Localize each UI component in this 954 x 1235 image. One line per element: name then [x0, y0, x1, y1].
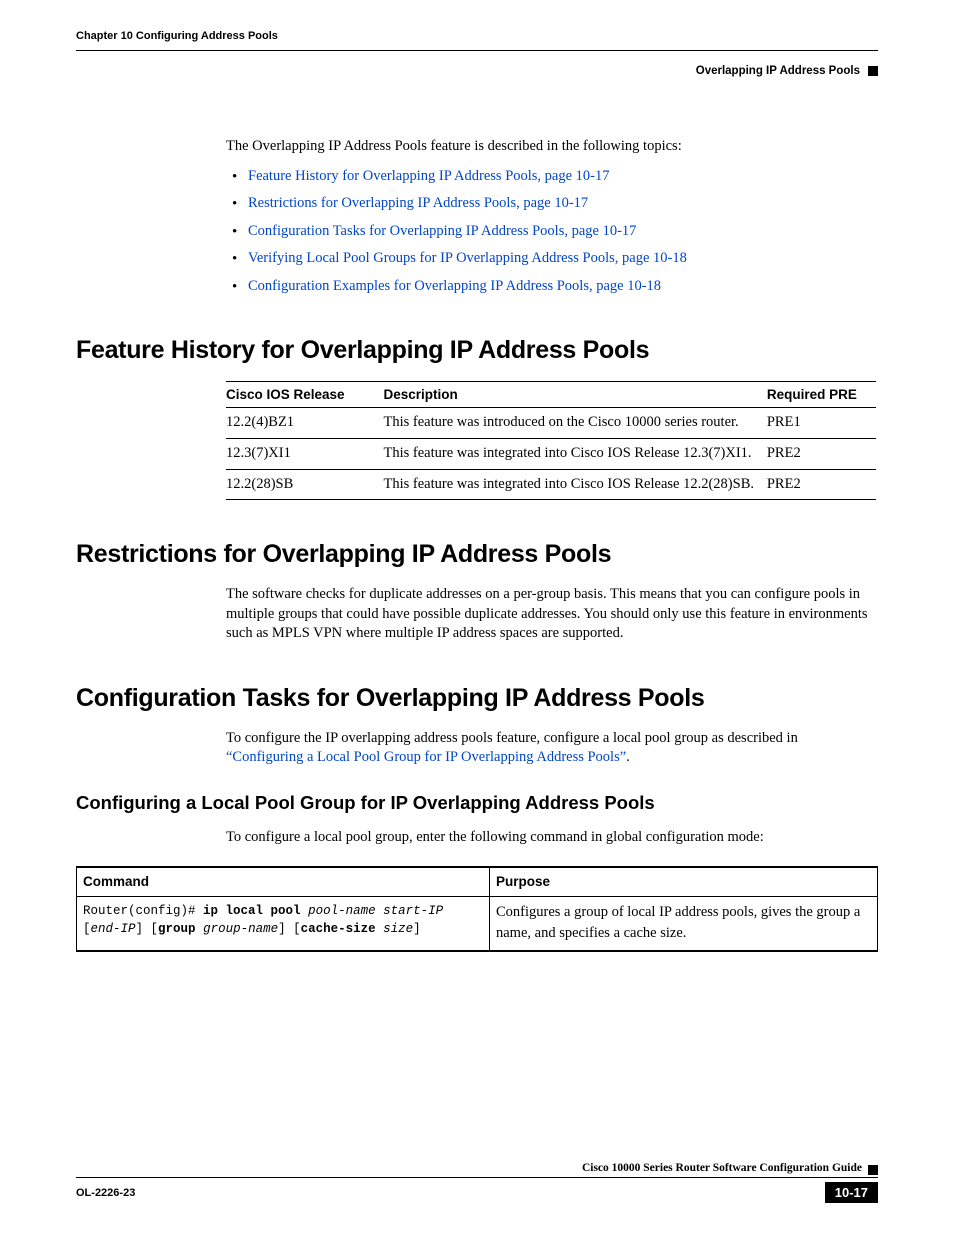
- page-footer: Cisco 10000 Series Router Software Confi…: [76, 1162, 878, 1203]
- cmd-keyword: group: [158, 922, 196, 936]
- th-required-pre: Required PRE: [767, 382, 876, 408]
- th-purpose: Purpose: [490, 867, 878, 896]
- cmd-arg: group-name: [196, 922, 279, 936]
- intro-text: The Overlapping IP Address Pools feature…: [226, 137, 878, 157]
- link-restrictions[interactable]: Restrictions for Overlapping IP Address …: [248, 195, 588, 211]
- heading-config-tasks: Configuration Tasks for Overlapping IP A…: [76, 684, 878, 713]
- command-table: Command Purpose Router(config)# ip local…: [76, 866, 878, 952]
- footer-guide-title: Cisco 10000 Series Router Software Confi…: [582, 1162, 862, 1174]
- page-number: 10-17: [825, 1182, 878, 1203]
- footer-doc-number: OL-2226-23: [76, 1187, 135, 1199]
- config-intro-post: .: [626, 749, 630, 765]
- link-config-local-pool[interactable]: “Configuring a Local Pool Group for IP O…: [226, 749, 626, 765]
- link-config-tasks[interactable]: Configuration Tasks for Overlapping IP A…: [248, 223, 636, 239]
- config-intro: To configure the IP overlapping address …: [226, 729, 878, 768]
- footer-marker-icon: [868, 1165, 878, 1175]
- cell-pre: PRE2: [767, 438, 876, 469]
- chapter-label: Chapter 10 Configuring Address Pools: [76, 30, 278, 42]
- table-row: 12.2(28)SB This feature was integrated i…: [226, 469, 876, 500]
- topic-links-list: Feature History for Overlapping IP Addre…: [226, 167, 878, 297]
- cmd-bracket: ]: [413, 922, 421, 936]
- cell-command: Router(config)# ip local pool pool-name …: [77, 896, 490, 951]
- heading-restrictions: Restrictions for Overlapping IP Address …: [76, 540, 878, 569]
- heading-local-pool-group: Configuring a Local Pool Group for IP Ov…: [76, 792, 878, 814]
- table-row: 12.2(4)BZ1 This feature was introduced o…: [226, 408, 876, 439]
- th-description: Description: [384, 382, 767, 408]
- restrictions-text: The software checks for duplicate addres…: [226, 585, 878, 644]
- th-command: Command: [77, 867, 490, 896]
- link-verifying[interactable]: Verifying Local Pool Groups for IP Overl…: [248, 250, 687, 266]
- cell-pre: PRE2: [767, 469, 876, 500]
- config-intro-pre: To configure the IP overlapping address …: [226, 730, 798, 746]
- cell-release: 12.2(4)BZ1: [226, 408, 384, 439]
- cmd-bracket: ] [: [278, 922, 301, 936]
- link-feature-history[interactable]: Feature History for Overlapping IP Addre…: [248, 168, 610, 184]
- link-config-examples[interactable]: Configuration Examples for Overlapping I…: [248, 278, 661, 294]
- cell-purpose: Configures a group of local IP address p…: [490, 896, 878, 951]
- table-row: 12.3(7)XI1 This feature was integrated i…: [226, 438, 876, 469]
- cell-pre: PRE1: [767, 408, 876, 439]
- cmd-arg: end-IP: [91, 922, 136, 936]
- cell-release: 12.3(7)XI1: [226, 438, 384, 469]
- feature-history-table: Cisco IOS Release Description Required P…: [226, 381, 876, 500]
- cmd-arg: pool-name start-IP: [301, 904, 444, 918]
- cell-desc: This feature was introduced on the Cisco…: [384, 408, 767, 439]
- cmd-keyword: ip local pool: [203, 904, 301, 918]
- cmd-bracket: [: [83, 922, 91, 936]
- cell-desc: This feature was integrated into Cisco I…: [384, 469, 767, 500]
- cmd-prefix: Router(config)#: [83, 904, 203, 918]
- section-label: Overlapping IP Address Pools: [696, 65, 860, 77]
- table-row: Router(config)# ip local pool pool-name …: [77, 896, 878, 951]
- cell-desc: This feature was integrated into Cisco I…: [384, 438, 767, 469]
- header-marker-icon: [868, 66, 878, 76]
- cell-release: 12.2(28)SB: [226, 469, 384, 500]
- th-release: Cisco IOS Release: [226, 382, 384, 408]
- cmd-bracket: ] [: [136, 922, 159, 936]
- local-intro-text: To configure a local pool group, enter t…: [226, 828, 878, 848]
- cmd-keyword: cache-size: [301, 922, 376, 936]
- cmd-arg: size: [376, 922, 414, 936]
- heading-feature-history: Feature History for Overlapping IP Addre…: [76, 336, 878, 365]
